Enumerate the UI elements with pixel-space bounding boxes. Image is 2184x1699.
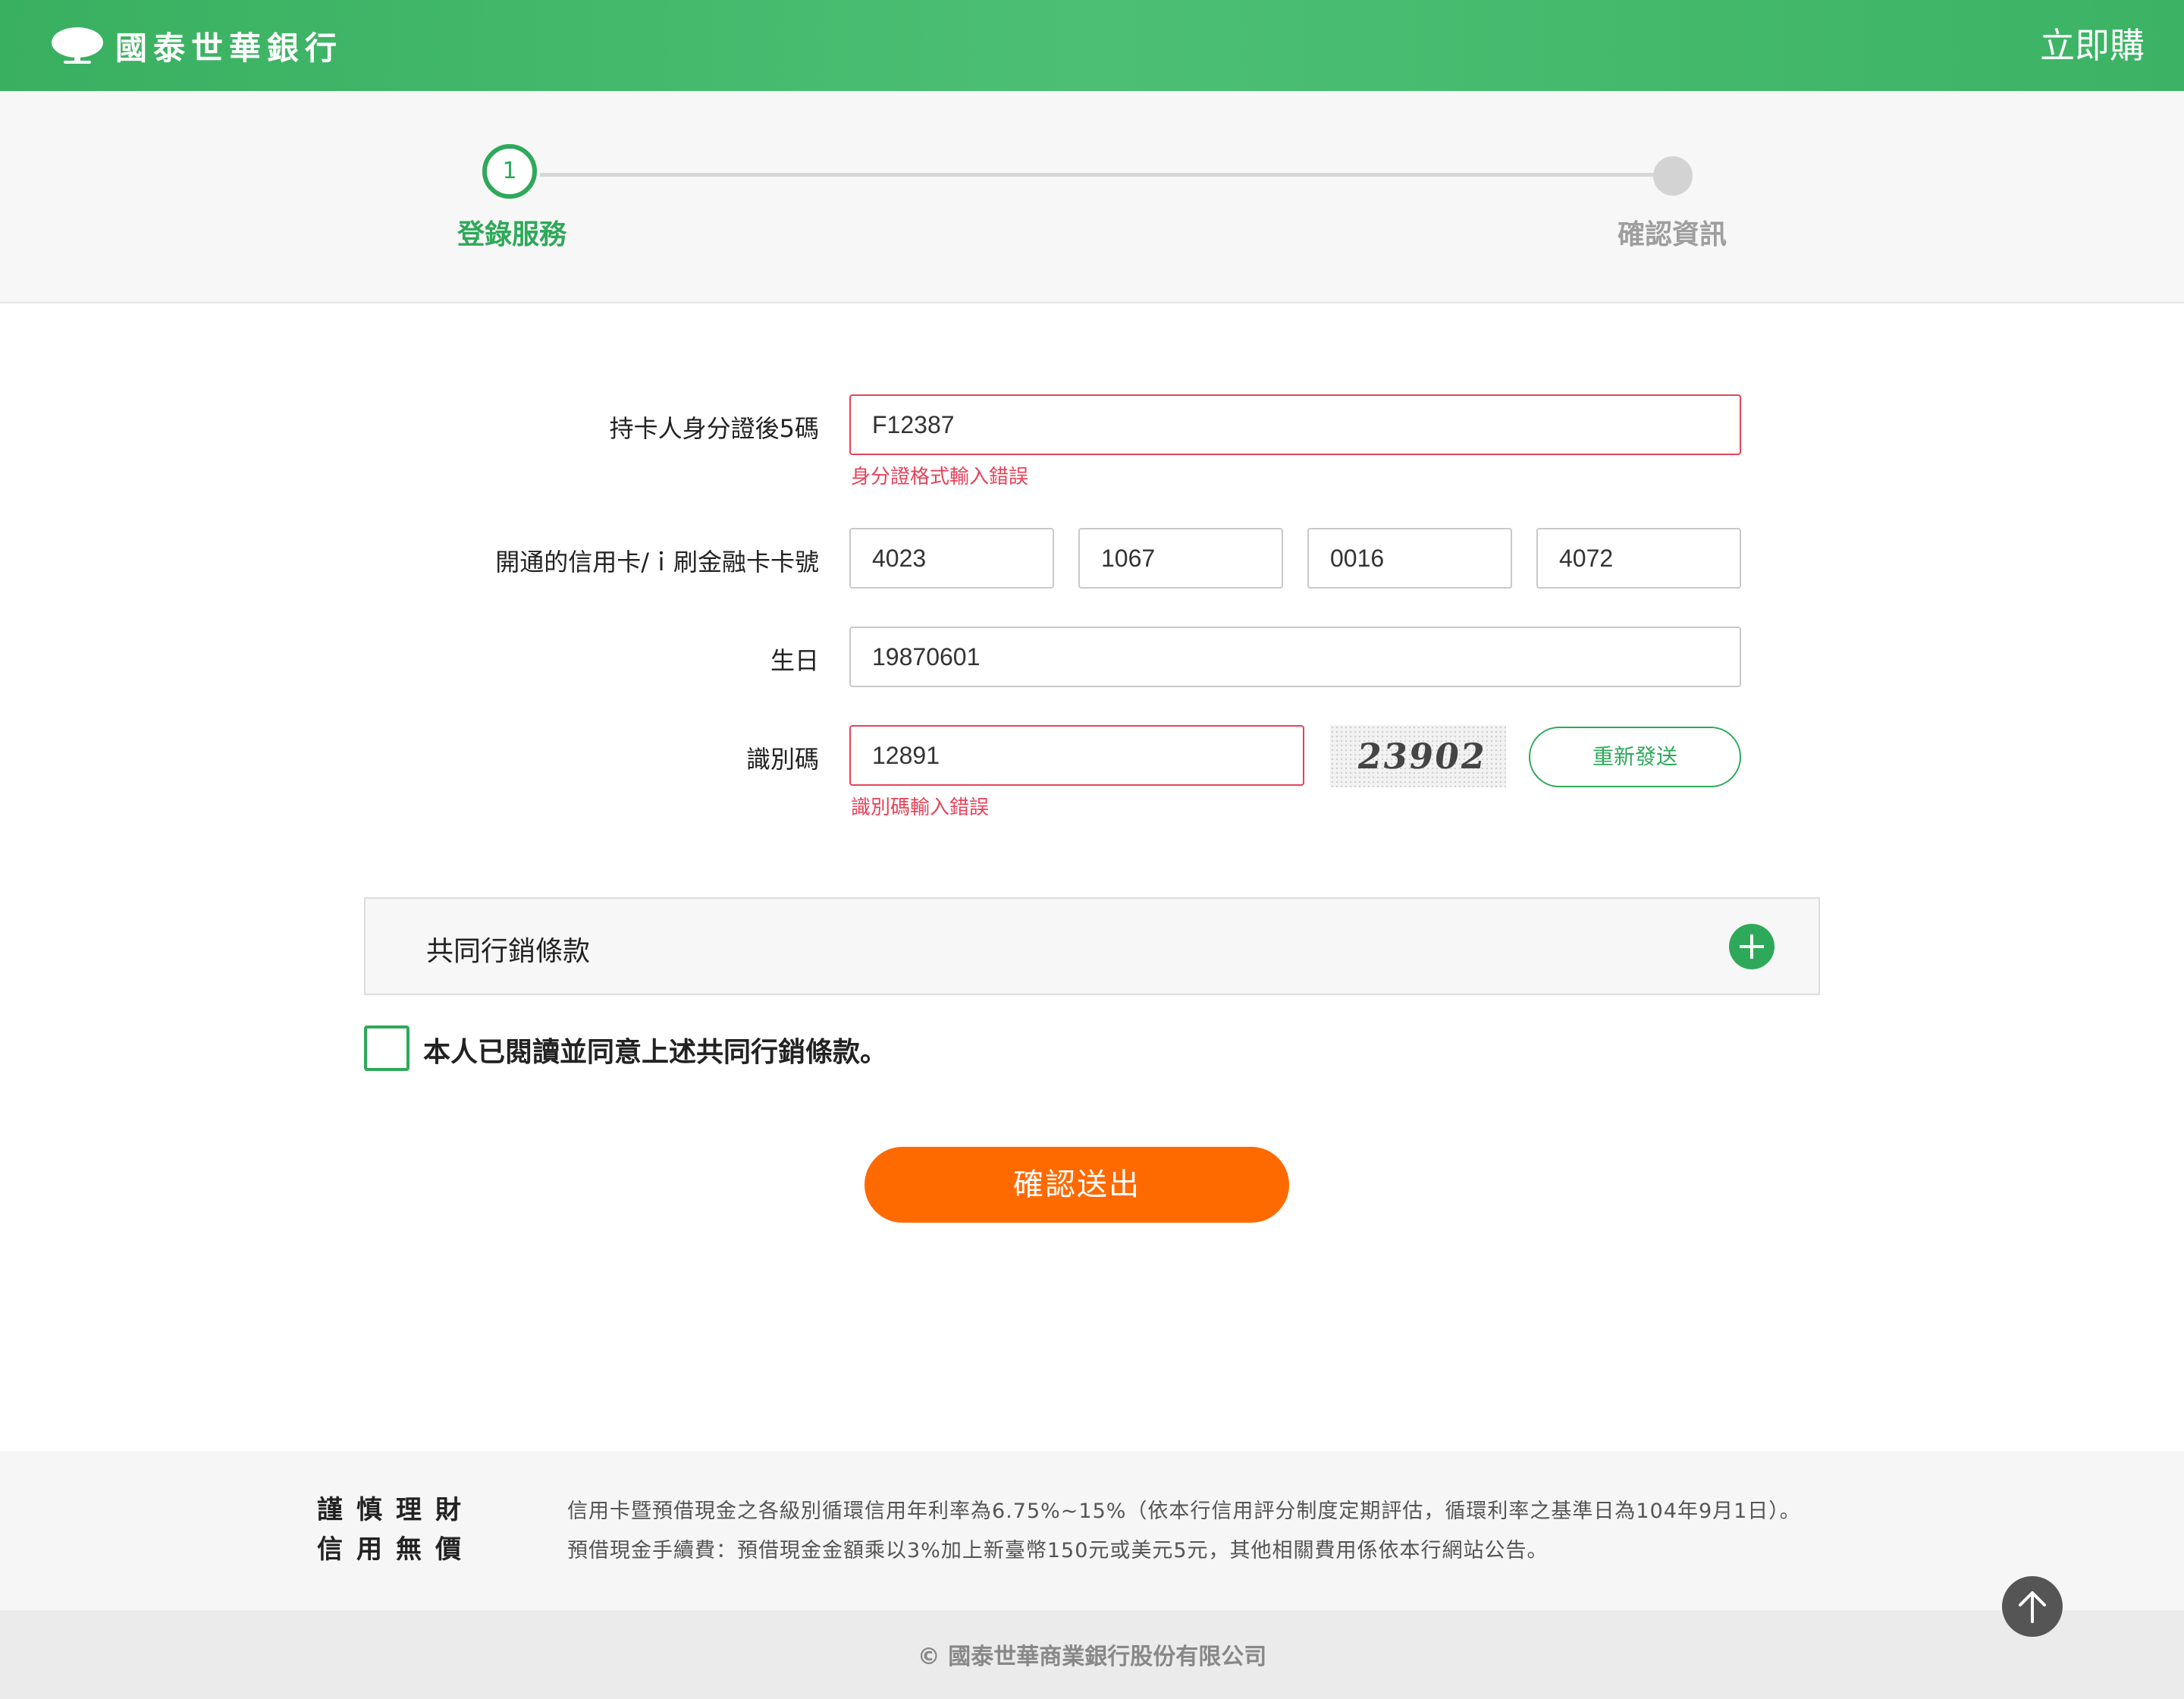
verification-code-error: 識別碼輸入錯誤 — [851, 796, 990, 819]
bank-logo[interactable]: 國泰世華銀行 — [49, 23, 343, 68]
notice-line-2: 預借現金手續費：預借現金金額乘以3%加上新臺幣150元或美元5元，其他相關費用係… — [567, 1539, 1549, 1562]
birthday-input[interactable]: 19870601 — [849, 627, 1741, 687]
footer-copyright: © 國泰世華商業銀行股份有限公司 — [0, 1610, 2184, 1699]
step-indicator: 1 登錄服務 確認資訊 — [0, 91, 2184, 303]
resend-button[interactable]: 重新發送 — [1529, 727, 1741, 787]
caution-slogan: 謹慎理財 信用無價 — [317, 1490, 475, 1569]
agree-label[interactable]: 本人已閱讀並同意上述共同行銷條款。 — [423, 1030, 887, 1069]
id-label: 持卡人身分證後5碼 — [609, 414, 819, 443]
copyright-text: © 國泰世華商業銀行股份有限公司 — [917, 1644, 1267, 1670]
caution-line-2: 信用無價 — [317, 1534, 475, 1565]
id-input[interactable]: F12387 — [849, 394, 1741, 455]
caution-line-1: 謹慎理財 — [317, 1495, 475, 1525]
logo-text: 國泰世華銀行 — [115, 29, 344, 67]
step-progress-line — [540, 173, 1673, 177]
verification-code-input[interactable]: 12891 — [849, 725, 1304, 786]
tree-logo-icon — [52, 27, 103, 64]
captcha-text: 23902 — [1354, 736, 1489, 777]
arrow-up-icon — [2019, 1591, 2046, 1623]
card-number-input-4[interactable]: 4072 — [1536, 528, 1741, 589]
plus-icon[interactable] — [1729, 924, 1774, 969]
buy-now-link[interactable]: 立即購 — [2040, 23, 2145, 68]
card-number-label: 開通的信用卡/ｉ刷金融卡卡號 — [495, 548, 819, 576]
birthday-label: 生日 — [770, 646, 819, 675]
card-number-input-2[interactable]: 1067 — [1078, 528, 1283, 589]
top-header: 國泰世華銀行 立即購 — [0, 0, 2184, 91]
verification-code-label: 識別碼 — [745, 745, 819, 774]
card-number-input-1[interactable]: 4023 — [849, 528, 1054, 589]
scroll-top-button[interactable] — [2002, 1576, 2063, 1637]
step-1-label: 登錄服務 — [457, 219, 566, 250]
agree-checkbox[interactable] — [364, 1025, 410, 1071]
step-2-label: 確認資訊 — [1617, 219, 1727, 250]
step-2-circle — [1653, 156, 1693, 196]
captcha-image: 23902 — [1330, 725, 1506, 787]
step-1-circle: 1 — [482, 144, 537, 199]
interest-notice: 信用卡暨預借現金之各級別循環信用年利率為6.75%~15%（依本行信用評分制度定… — [567, 1492, 1801, 1571]
terms-accordion[interactable]: 共同行銷條款 — [364, 897, 1820, 995]
submit-button[interactable]: 確認送出 — [864, 1147, 1289, 1223]
terms-title: 共同行銷條款 — [426, 936, 591, 967]
id-error-message: 身分證格式輸入錯誤 — [851, 466, 1029, 488]
card-number-input-3[interactable]: 0016 — [1307, 528, 1512, 589]
notice-line-1: 信用卡暨預借現金之各級別循環信用年利率為6.75%~15%（依本行信用評分制度定… — [567, 1500, 1801, 1523]
footer-notice: 謹慎理財 信用無價 信用卡暨預借現金之各級別循環信用年利率為6.75%~15%（… — [0, 1451, 2184, 1610]
